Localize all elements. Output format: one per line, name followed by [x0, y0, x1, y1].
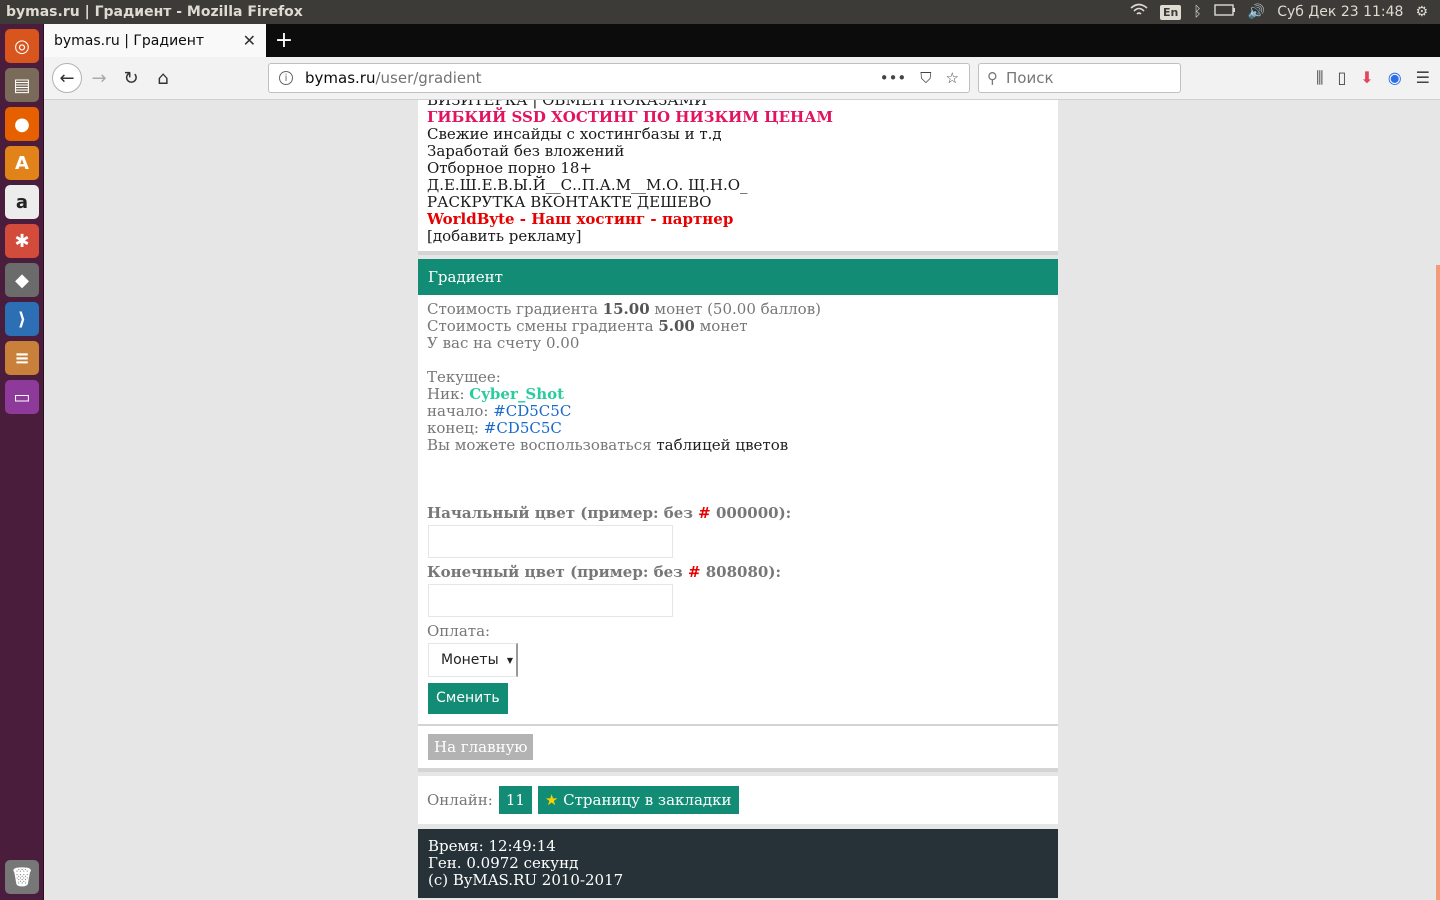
files-icon[interactable]: ▤: [5, 68, 39, 102]
bookmark-star-icon[interactable]: ☆: [946, 69, 959, 87]
ads-block: ВИЗИТЕРКА | ОБМЕН ПОКАЗАМИ ГИБКИЙ SSD ХО…: [418, 100, 1058, 255]
end-color-value: #CD5C5C: [483, 419, 562, 437]
nick-line: Ник: Cyber_Shot: [427, 385, 565, 403]
reload-button[interactable]: ↻: [116, 63, 146, 93]
cost-line: Стоимость градиента 15.00 монет (50.00 б…: [427, 300, 821, 318]
ad-link[interactable]: ГИБКИЙ SSD ХОСТИНГ ПО НИЗКИМ ЦЕНАМ: [427, 109, 1049, 126]
end-color-label: Конечный цвет (пример: без # 808080):: [427, 563, 781, 581]
gimp-icon[interactable]: ◆: [5, 263, 39, 297]
submit-button[interactable]: Сменить: [428, 683, 508, 714]
start-line: начало: #CD5C5C: [427, 402, 572, 420]
start-color-value: #CD5C5C: [493, 402, 572, 420]
star-icon: ★: [544, 791, 559, 809]
search-icon: ⚲: [987, 69, 998, 87]
online-label: Онлайн:: [427, 791, 493, 809]
online-panel: Онлайн: 11 ★ Страницу в закладки: [418, 776, 1058, 824]
change-cost-value: 5.00: [658, 317, 695, 335]
bookmark-button[interactable]: ★ Страницу в закладки: [537, 786, 739, 814]
search-bar[interactable]: ⚲ Поиск: [978, 63, 1181, 93]
browser-chrome: bymas.ru | Градиент ✕ + ← → ↻ ⌂ i bymas.…: [44, 24, 1440, 100]
library-icon[interactable]: ⫼: [1316, 68, 1323, 88]
tab-active[interactable]: bymas.ru | Градиент ✕: [44, 24, 266, 57]
dropdown-arrow-icon: ▼: [506, 655, 513, 665]
launcher: ◎ ▤ ● Aa ✱ ◆ ⟩ ≡ ▭ 🗑: [0, 24, 44, 900]
ad-link[interactable]: Заработай без вложений: [427, 143, 1049, 160]
ad-link[interactable]: Отборное порно 18+: [427, 160, 1049, 177]
ubuntu-dash-icon[interactable]: ◎: [5, 29, 39, 63]
amazon-icon[interactable]: a: [5, 185, 39, 219]
color-table-link[interactable]: таблицей цветов: [656, 436, 788, 454]
end-line: конец: #CD5C5C: [427, 419, 562, 437]
search-placeholder: Поиск: [1006, 69, 1054, 87]
top-panel: bymas.ru | Градиент - Mozilla Firefox En…: [0, 0, 1440, 24]
new-tab-button[interactable]: +: [266, 24, 302, 57]
bluetooth-icon[interactable]: ᛒ: [1193, 4, 1201, 20]
download-icon[interactable]: ⬇: [1360, 68, 1373, 88]
url-host: bymas.ru: [305, 69, 376, 87]
volume-icon[interactable]: 🔊: [1248, 4, 1265, 20]
sidebar-icon[interactable]: ▯: [1337, 68, 1346, 88]
color-table-line: Вы можете воспользоваться таблицей цвето…: [427, 436, 789, 454]
keyboard-layout-indicator[interactable]: En: [1160, 4, 1182, 20]
footer: Время: 12:49:14 Ген. 0.0972 секунд (c) B…: [418, 829, 1058, 898]
server-time: Время: 12:49:14: [428, 837, 556, 855]
window-title: bymas.ru | Градиент - Mozilla Firefox: [6, 4, 303, 20]
ad-link[interactable]: Д.Е.Ш.Е.В.Ы.Й__С..П.А.М__М.О. Щ.Н.О_: [427, 177, 1049, 194]
tab-strip: bymas.ru | Градиент ✕ +: [44, 24, 1440, 57]
toolbar-icons: ⫼ ▯ ⬇ ◉ ☰: [1316, 68, 1430, 88]
url-path: /user/gradient: [375, 69, 482, 87]
end-color-input[interactable]: [428, 584, 673, 617]
tweaks-icon[interactable]: ≡: [5, 341, 39, 375]
close-tab-icon[interactable]: ✕: [243, 31, 256, 50]
forward-button[interactable]: →: [84, 63, 114, 93]
page-actions-icon[interactable]: •••: [880, 69, 907, 87]
balance: У вас на счету 0.00: [427, 334, 580, 352]
nick-value: Cyber_Shot: [469, 385, 565, 403]
home-button[interactable]: ⌂: [148, 63, 178, 93]
tab-title: bymas.ru | Градиент: [54, 32, 205, 49]
payment-label: Оплата:: [427, 622, 491, 640]
generation-time: Ген. 0.0972 секунд: [428, 854, 579, 872]
wifi-icon[interactable]: [1130, 3, 1148, 21]
start-color-input[interactable]: [428, 525, 673, 558]
firefox-icon[interactable]: ●: [5, 107, 39, 141]
current-label: Текущее:: [427, 368, 501, 386]
gradient-header: Градиент: [418, 259, 1058, 295]
home-panel: На главную: [418, 726, 1058, 772]
system-menu-icon[interactable]: ⚙: [1415, 4, 1428, 20]
start-color-label: Начальный цвет (пример: без # 000000):: [427, 504, 792, 522]
home-link-button[interactable]: На главную: [428, 734, 534, 760]
gradient-body: Стоимость градиента 15.00 монет (50.00 б…: [418, 295, 1058, 724]
online-count[interactable]: 11: [498, 786, 532, 814]
extension-icon[interactable]: ◉: [1388, 68, 1402, 88]
add-ad-link[interactable]: [добавить рекламу]: [427, 228, 1049, 245]
trash-icon[interactable]: 🗑: [5, 860, 39, 894]
settings-icon[interactable]: ✱: [5, 224, 39, 258]
url-bar[interactable]: i bymas.ru/user/gradient ••• ⛉ ☆: [268, 63, 970, 93]
vscode-icon[interactable]: ⟩: [5, 302, 39, 336]
cost-value: 15.00: [602, 300, 650, 318]
ad-link[interactable]: Свежие инсайды с хостингбазы и т.д: [427, 126, 1049, 143]
gradient-panel: Градиент Стоимость градиента 15.00 монет…: [418, 259, 1058, 728]
clock[interactable]: Суб Дек 23 11:48: [1277, 4, 1403, 20]
copyright: (c) ByMAS.RU 2010-2017: [428, 871, 624, 889]
ad-link[interactable]: РАСКРУТКА ВКОНТАКТЕ ДЕШЕВО: [427, 194, 1049, 211]
workspace-icon[interactable]: ▭: [5, 380, 39, 414]
change-cost-line: Стоимость смены градиента 5.00 монет: [427, 317, 748, 335]
payment-select[interactable]: Монеты ▼: [428, 643, 518, 677]
indicator-area: En ᛒ 🔊 Суб Дек 23 11:48 ⚙: [1130, 3, 1440, 21]
site-info-icon[interactable]: i: [279, 71, 293, 85]
ad-link[interactable]: WorldByte - Наш хостинг - партнер: [427, 211, 1049, 228]
software-center-icon[interactable]: A: [5, 146, 39, 180]
page-viewport: ВИЗИТЕРКА | ОБМЕН ПОКАЗАМИ ГИБКИЙ SSD ХО…: [44, 100, 1440, 900]
menu-icon[interactable]: ☰: [1416, 68, 1430, 88]
scrollbar[interactable]: [1436, 265, 1440, 900]
back-button[interactable]: ←: [52, 63, 82, 93]
pocket-icon[interactable]: ⛉: [920, 69, 931, 87]
battery-icon[interactable]: [1214, 4, 1236, 20]
